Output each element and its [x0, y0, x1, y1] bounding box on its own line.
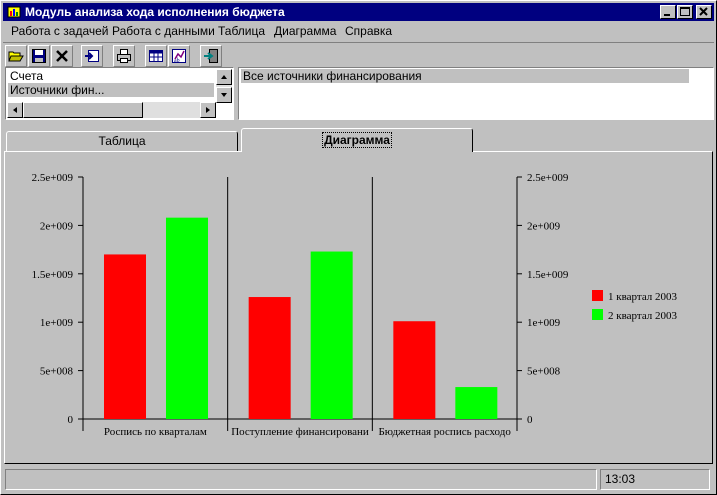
chart-switch-button[interactable]: ab [168, 45, 190, 67]
arrow-right-icon [206, 107, 210, 113]
delete-x-icon [56, 50, 68, 62]
close-icon [699, 7, 708, 16]
import-button[interactable] [81, 45, 103, 67]
chart-switch-icon: ab [172, 49, 186, 64]
category-list[interactable]: Счета Источники фин... [5, 67, 234, 120]
menu-chart[interactable]: Диаграмма [274, 24, 336, 38]
x-category-label: Поступление финансировани [231, 426, 369, 438]
table-view-button[interactable] [145, 45, 167, 67]
y-tick-label-left: 1.5e+009 [32, 269, 74, 281]
y-tick-label-right: 1.5e+009 [527, 269, 569, 281]
status-message [5, 469, 597, 490]
tab-table[interactable]: Таблица [6, 131, 238, 151]
arrow-left-icon [13, 107, 17, 113]
menu-help[interactable]: Справка [345, 24, 392, 38]
legend-label: 2 квартал 2003 [608, 310, 678, 322]
y-tick-label-right: 2e+009 [527, 220, 561, 232]
minimize-icon [664, 14, 670, 16]
open-folder-icon [8, 51, 24, 62]
menu-data[interactable]: Работа с данными [112, 24, 215, 38]
scroll-right-button[interactable] [200, 102, 216, 118]
vertical-scrollbar[interactable] [216, 69, 232, 103]
scroll-down-button[interactable] [216, 87, 232, 103]
x-category-label: Бюджетная роспись расходо [378, 426, 511, 438]
legend-swatch [592, 309, 603, 320]
tab-chart-label: Диаграмма [322, 132, 392, 148]
arrow-up-icon [221, 75, 227, 79]
x-category-label: Роспись по кварталам [104, 426, 207, 438]
bar [248, 297, 291, 419]
import-icon [85, 50, 99, 62]
arrow-down-icon [221, 93, 227, 97]
exit-icon [204, 49, 218, 63]
table-view-icon [149, 50, 163, 62]
bar [104, 254, 146, 419]
delete-button[interactable] [51, 45, 73, 67]
scroll-left-button[interactable] [7, 102, 23, 118]
minimize-button[interactable] [660, 5, 676, 19]
y-tick-label-left: 1e+009 [40, 317, 74, 329]
save-button[interactable] [28, 45, 50, 67]
bar-chart: 0 0 5e+008 5e+008 1e+009 1e+009 1.5e+009 1.5e+0… [32, 172, 678, 438]
menu-bar: Работа с задачей Работа с данными Таблиц… [3, 22, 714, 40]
y-tick-label-right: 5e+008 [527, 366, 561, 378]
print-icon [117, 49, 131, 63]
y-tick-label-right: 1e+009 [527, 317, 561, 329]
window-title: Модуль анализа хода исполнения бюджета [25, 5, 285, 19]
app-icon [7, 6, 21, 18]
maximize-button[interactable] [677, 5, 693, 19]
svg-text:ab: ab [174, 58, 180, 64]
y-tick-label-left: 0 [68, 414, 74, 426]
legend-swatch [592, 290, 603, 301]
print-button[interactable] [113, 45, 135, 67]
close-button[interactable] [696, 5, 712, 19]
status-time: 13:03 [600, 469, 710, 490]
menu-task[interactable]: Работа с задачей [11, 24, 108, 38]
scroll-thumb[interactable] [23, 102, 143, 118]
maximize-icon [680, 7, 690, 16]
y-tick-label-left: 2e+009 [40, 220, 74, 232]
bar [310, 251, 353, 419]
main-window: Модуль анализа хода исполнения бюджета Р… [0, 0, 717, 495]
list-item-selected[interactable]: Все источники финансирования [241, 69, 689, 83]
funding-sources-list[interactable]: Все источники финансирования [238, 67, 714, 120]
toolbar: ab [3, 42, 714, 69]
bar [455, 387, 498, 419]
y-tick-label-right: 2.5e+009 [527, 172, 569, 184]
legend-label: 1 квартал 2003 [608, 291, 678, 303]
y-tick-label-right: 0 [527, 414, 533, 426]
bar [393, 321, 436, 419]
list-item[interactable]: Счета [10, 69, 43, 83]
y-tick-label-left: 5e+008 [40, 366, 74, 378]
list-item-selected[interactable]: Источники фин... [8, 83, 214, 97]
open-button[interactable] [5, 45, 27, 67]
horizontal-scrollbar[interactable] [7, 102, 216, 118]
scroll-up-button[interactable] [216, 69, 232, 85]
bar [166, 217, 208, 419]
save-disk-icon [32, 49, 46, 63]
exit-button[interactable] [200, 45, 222, 67]
menu-table[interactable]: Таблица [218, 24, 265, 38]
title-bar: Модуль анализа хода исполнения бюджета [3, 3, 714, 21]
tab-chart[interactable]: Диаграмма [241, 128, 473, 152]
y-tick-label-left: 2.5e+009 [32, 172, 74, 184]
chart-panel: 0 0 5e+008 5e+008 1e+009 1e+009 1.5e+009 1.5e+0… [4, 151, 713, 464]
